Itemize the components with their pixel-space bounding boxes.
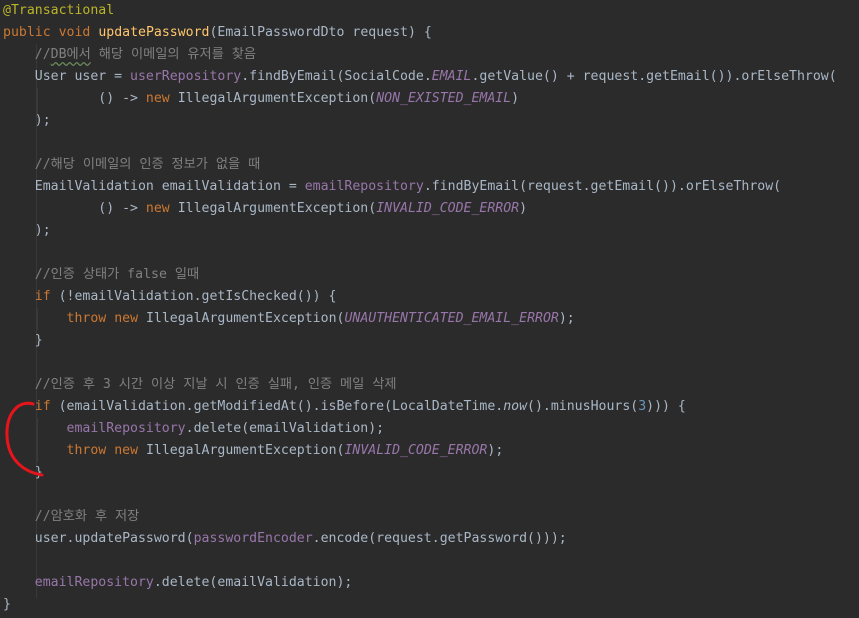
code-line-3[interactable]: //DB에서 해당 이메일의 유저를 찾음 bbox=[3, 44, 256, 66]
code-text: .delete(emailValidation); bbox=[153, 575, 353, 590]
code-line-19[interactable]: if (emailValidation.getModifiedAt().isBe… bbox=[3, 396, 686, 418]
annotation: @Transactional bbox=[3, 3, 115, 18]
code-line-4[interactable]: User user = userRepository.findByEmail(S… bbox=[3, 66, 837, 88]
code-text: EmailValidation emailValidation = bbox=[34, 179, 305, 194]
code-text: ); bbox=[487, 443, 504, 458]
code-text: ); bbox=[34, 113, 51, 128]
code-text: } bbox=[34, 333, 43, 348]
code-line-22[interactable]: } bbox=[3, 462, 43, 484]
code-line-11[interactable]: ); bbox=[3, 220, 51, 242]
code-text: .getValue() + request.getEmail()).orElse… bbox=[471, 69, 837, 84]
static-constant: UNAUTHENTICATED_EMAIL_ERROR bbox=[344, 311, 559, 326]
code-text: .encode(request.getPassword())); bbox=[312, 531, 567, 546]
code-text: IllegalArgumentException( bbox=[169, 91, 377, 106]
code-text: IllegalArgumentException( bbox=[169, 201, 377, 216]
code-line-18[interactable]: //인증 후 3 시간 이상 지날 시 인증 실패, 인증 메일 삭제 bbox=[3, 374, 397, 396]
comment: //DB에서 해당 이메일의 유저를 찾음 bbox=[35, 47, 256, 62]
code-line-27[interactable]: emailRepository.delete(emailValidation); bbox=[3, 572, 353, 594]
number-literal: 3 bbox=[638, 399, 647, 414]
code-text: ().minusHours( bbox=[527, 399, 639, 414]
code-text: User user = bbox=[34, 69, 131, 84]
comment-text: 해당 이메일의 유저를 찾음 bbox=[90, 47, 257, 62]
static-constant: INVALID_CODE_ERROR bbox=[376, 201, 520, 216]
code-line-25[interactable]: user.updatePassword(passwordEncoder.enco… bbox=[3, 528, 567, 550]
keyword: if bbox=[34, 399, 51, 414]
field-reference: emailRepository bbox=[66, 421, 186, 436]
code-line-21[interactable]: throw new IllegalArgumentException(INVAL… bbox=[3, 440, 504, 462]
code-text: ) bbox=[511, 91, 520, 106]
keyword: new bbox=[145, 201, 170, 216]
field-reference: emailRepository bbox=[304, 179, 424, 194]
keyword: throw bbox=[66, 443, 107, 458]
field-reference: userRepository bbox=[130, 69, 242, 84]
code-text: } bbox=[34, 465, 43, 480]
field-reference: passwordEncoder bbox=[193, 531, 313, 546]
code-text: IllegalArgumentException( bbox=[138, 443, 345, 458]
code-line-16[interactable]: } bbox=[3, 330, 43, 352]
spell-check-word: DB에서 bbox=[50, 47, 91, 62]
code-text: (!emailValidation.getIsChecked()) { bbox=[50, 289, 337, 304]
code-text: } bbox=[3, 597, 11, 612]
code-line-1[interactable]: @Transactional bbox=[3, 0, 114, 22]
comment: //해당 이메일의 인증 정보가 없을 때 bbox=[34, 157, 261, 172]
code-text: .findByEmail(request.getEmail()).orElseT… bbox=[423, 179, 782, 194]
code-line-2[interactable]: public void updatePassword(EmailPassword… bbox=[3, 22, 432, 44]
code-line-9[interactable]: EmailValidation emailValidation = emailR… bbox=[3, 176, 781, 198]
code-text: ); bbox=[34, 223, 51, 238]
code-line-13[interactable]: //인증 상태가 false 일때 bbox=[3, 264, 199, 286]
code-line-8[interactable]: //해당 이메일의 인증 정보가 없을 때 bbox=[3, 154, 260, 176]
code-line-24[interactable]: //암호화 후 저장 bbox=[3, 506, 140, 528]
code-line-14[interactable]: if (!emailValidation.getIsChecked()) { bbox=[3, 286, 337, 308]
code-text: ) bbox=[519, 201, 528, 216]
code-text: IllegalArgumentException( bbox=[138, 311, 345, 326]
field-reference: emailRepository bbox=[34, 575, 154, 590]
code-text: .findByEmail(SocialCode. bbox=[241, 69, 432, 84]
comment: //암호화 후 저장 bbox=[34, 509, 140, 524]
comment: //인증 후 3 시간 이상 지날 시 인증 실패, 인증 메일 삭제 bbox=[34, 377, 397, 392]
code-text: .delete(emailValidation); bbox=[185, 421, 385, 436]
comment: //인증 상태가 false 일때 bbox=[34, 267, 200, 282]
static-constant: NON_EXISTED_EMAIL bbox=[376, 91, 512, 106]
static-constant: INVALID_CODE_ERROR bbox=[344, 443, 488, 458]
code-text: ); bbox=[558, 311, 575, 326]
code-text: (emailValidation.getModifiedAt().isBefor… bbox=[50, 399, 504, 414]
code-text: () -> bbox=[98, 201, 146, 216]
code-line-28[interactable]: } bbox=[3, 594, 11, 616]
code-text: user.updatePassword( bbox=[34, 531, 194, 546]
code-line-5[interactable]: () -> new IllegalArgumentException(NON_E… bbox=[3, 88, 519, 110]
code-line-20[interactable]: emailRepository.delete(emailValidation); bbox=[3, 418, 385, 440]
keyword: new bbox=[114, 443, 139, 458]
static-method-call: now bbox=[503, 399, 528, 414]
static-constant: EMAIL bbox=[431, 69, 472, 84]
keyword: new bbox=[114, 311, 139, 326]
method-name: updatePassword bbox=[98, 25, 210, 40]
keyword: throw bbox=[66, 311, 107, 326]
code-text: ))) { bbox=[646, 399, 686, 414]
code-line-15[interactable]: throw new IllegalArgumentException(UNAUT… bbox=[3, 308, 575, 330]
code-text: (EmailPasswordDto request) { bbox=[209, 25, 432, 40]
keyword: new bbox=[145, 91, 170, 106]
code-line-6[interactable]: ); bbox=[3, 110, 51, 132]
comment-prefix: // bbox=[34, 47, 51, 62]
code-line-10[interactable]: () -> new IllegalArgumentException(INVAL… bbox=[3, 198, 527, 220]
keyword: void bbox=[58, 25, 91, 40]
keyword: if bbox=[34, 289, 51, 304]
code-text: () -> bbox=[98, 91, 146, 106]
code-editor[interactable]: @Transactional public void updatePasswor… bbox=[0, 0, 859, 618]
keyword: public bbox=[3, 25, 51, 40]
